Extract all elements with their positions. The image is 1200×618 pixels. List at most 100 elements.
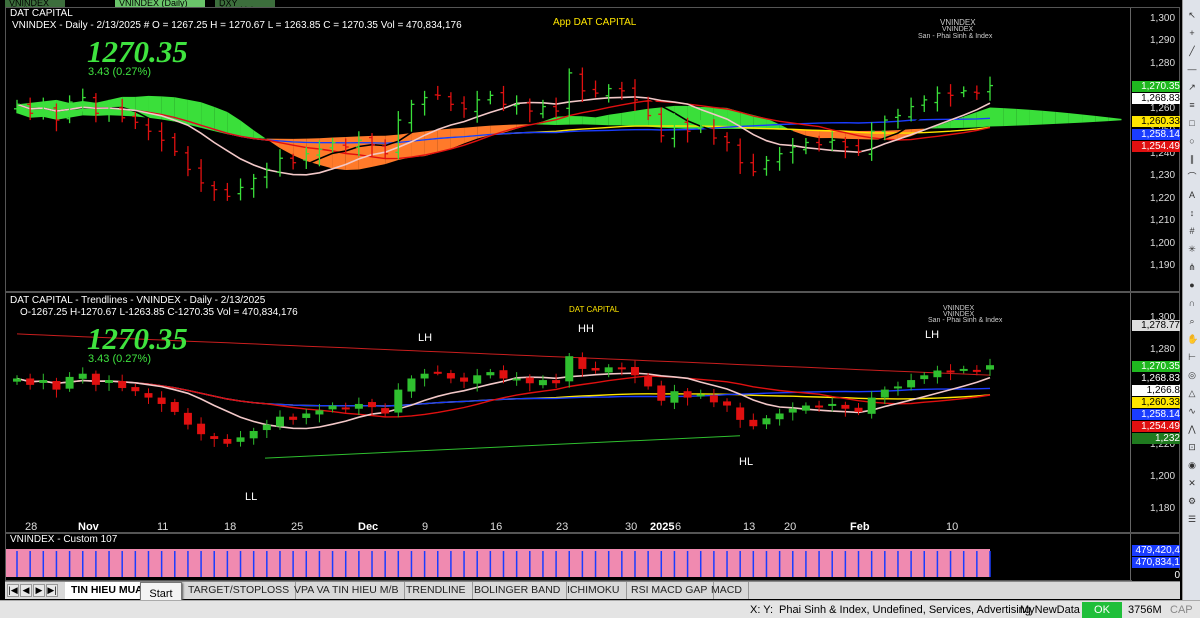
candle-body (91, 373, 100, 385)
rect-tool-icon[interactable]: □ (1187, 118, 1197, 128)
ichimoku-cloud-segment (1016, 108, 1030, 126)
candle-body (604, 367, 613, 373)
settings-tool-icon[interactable]: ⚙ (1187, 496, 1197, 506)
tab-trendline[interactable]: TRENDLINE (400, 582, 473, 599)
pitchfork-tool-icon[interactable]: ⋔ (1187, 262, 1197, 272)
pane3-title: VNINDEX - Custom 107 (10, 534, 118, 545)
x-axis-label: 13 (743, 521, 756, 533)
tab-target-stoploss[interactable]: TARGET/STOPLOSS (182, 582, 297, 599)
candle-body (118, 381, 127, 389)
pane1-axis-tick: 1,260 (1150, 102, 1176, 114)
pane2-price-label: 1,268.83 (1132, 373, 1180, 384)
marker-lh-2: LH (925, 329, 940, 341)
nav-first-button[interactable]: |◀ (7, 584, 19, 597)
ichimoku-cloud-segment (1003, 108, 1017, 127)
ichimoku-cloud-segment (358, 135, 373, 170)
ichimoku-cloud-segment (253, 130, 267, 140)
gann-tool-icon[interactable]: ✳ (1187, 244, 1197, 254)
arrow-tool-icon[interactable]: ↕ (1187, 208, 1197, 218)
lock-tool-icon[interactable]: ⊡ (1187, 442, 1197, 452)
eye-tool-icon[interactable]: ◉ (1187, 460, 1197, 470)
candle-body (723, 401, 732, 406)
zoom-tool-icon[interactable]: ⌕ (1187, 316, 1197, 326)
pane2-title: DAT CAPITAL - Trendlines - VNINDEX - Dai… (10, 295, 266, 306)
text-tool-icon[interactable]: A (1187, 190, 1197, 200)
status-ok: OK (1082, 602, 1122, 618)
pane1-axis-tick: 1,300 (1150, 13, 1176, 24)
tab-bolinger-band[interactable]: BOLINGER BAND (468, 582, 568, 599)
x-axis-label: 18 (224, 521, 237, 533)
candle-body (183, 412, 192, 425)
tab-ichimoku[interactable]: ICHIMOKU (561, 582, 627, 599)
magnet-tool-icon[interactable]: ∩ (1187, 298, 1197, 308)
candle-body (39, 380, 48, 383)
right-toolbar: ↖ + ╱ — ↗ ≡ □ ○ ∥ ⌒ A ↕ # ✳ ⋔ ● ∩ ⌕ ✋ ⊢ … (1182, 0, 1200, 600)
line-tool-icon[interactable]: ╱ (1187, 46, 1197, 56)
candle-body (433, 371, 442, 374)
candle-body (105, 380, 114, 383)
candle-body (762, 418, 771, 425)
pane1-axis-tick: 1,210 (1150, 215, 1176, 227)
candle-body (709, 395, 718, 403)
layers-tool-icon[interactable]: ☰ (1187, 514, 1197, 524)
nav-last-button[interactable]: ▶| (46, 584, 58, 597)
window-tab-2[interactable]: VNINDEX (Daily) (115, 0, 205, 7)
hline-tool-icon[interactable]: — (1187, 64, 1197, 74)
nav-prev-button[interactable]: ◀ (20, 584, 32, 597)
volume-chart[interactable] (5, 533, 1130, 580)
ichimoku-cloud-segment (1082, 114, 1096, 123)
volume-pane[interactable] (5, 533, 1130, 580)
zigzag-tool-icon[interactable]: ⋀ (1187, 424, 1197, 434)
triangle-tool-icon[interactable]: △ (1187, 388, 1197, 398)
x-axis-label: 25 (291, 521, 304, 533)
pane1-axis-tick: 1,230 (1150, 170, 1176, 182)
status-db: MyNewData (1020, 604, 1080, 616)
wave-tool-icon[interactable]: ∿ (1187, 406, 1197, 416)
candle-body (617, 367, 626, 370)
status-cap: CAP (1170, 604, 1193, 616)
color-tool-icon[interactable]: ● (1187, 280, 1197, 290)
pane2-price-label: 1,270.35 (1132, 361, 1180, 372)
pane1-price-label: 1,258.14 (1132, 129, 1180, 140)
tab-vpa[interactable]: VPA VA TIN HIEU M/B (288, 582, 406, 599)
delete-tool-icon[interactable]: ✕ (1187, 478, 1197, 488)
pane1-price-label: 1,254.49 (1132, 141, 1180, 152)
arc-tool-icon[interactable]: ⌒ (1187, 172, 1197, 182)
tab-rsi-macd-gap[interactable]: RSI MACD GAP (625, 582, 715, 599)
cursor-icon[interactable]: ↖ (1187, 10, 1197, 20)
ray-tool-icon[interactable]: ↗ (1187, 82, 1197, 92)
grid-tool-icon[interactable]: # (1187, 226, 1197, 236)
ichimoku-cloud-segment (1029, 109, 1043, 126)
pane1-price-label: 1,268.83 (1132, 93, 1180, 104)
tab-tin-hieu-mua[interactable]: TIN HIEU MUA (65, 582, 150, 599)
x-axis-label: 23 (556, 521, 569, 533)
pane2-watermark-line: San - Phai Sinh & Index (928, 317, 1003, 324)
ichimoku-cloud-segment (621, 110, 635, 126)
cycle-tool-icon[interactable]: ◎ (1187, 370, 1197, 380)
candle-body (499, 370, 508, 379)
candle-body (841, 404, 850, 409)
candle-body (65, 376, 74, 389)
ellipse-tool-icon[interactable]: ○ (1187, 136, 1197, 146)
candle-body (578, 357, 587, 369)
window-tab-3[interactable]: DXY (Weekly) (215, 0, 275, 7)
candle-body (972, 369, 981, 372)
x-axis-label: 28 (25, 521, 38, 533)
window-tab-1[interactable]: VNINDEX (Daily) (5, 0, 65, 7)
tab-macd[interactable]: MACD (705, 582, 749, 599)
channel-tool-icon[interactable]: ≡ (1187, 100, 1197, 110)
candle-body (959, 368, 968, 371)
crosshair-icon[interactable]: + (1187, 28, 1197, 38)
fib-tool-icon[interactable]: ∥ (1187, 154, 1197, 164)
measure-tool-icon[interactable]: ⊢ (1187, 352, 1197, 362)
pane1-axis-tick: 1,290 (1150, 35, 1176, 47)
candle-body (354, 403, 363, 409)
pane1-app-label: App DAT CAPITAL (553, 17, 637, 28)
candle-body (867, 397, 876, 414)
pane1-change: 3.43 (0.27%) (88, 66, 151, 78)
ichimoku-cloud-segment (648, 107, 662, 128)
candle-body (749, 419, 758, 427)
nav-next-button[interactable]: ▶ (33, 584, 45, 597)
candle-body (341, 407, 350, 410)
hand-tool-icon[interactable]: ✋ (1187, 334, 1198, 344)
